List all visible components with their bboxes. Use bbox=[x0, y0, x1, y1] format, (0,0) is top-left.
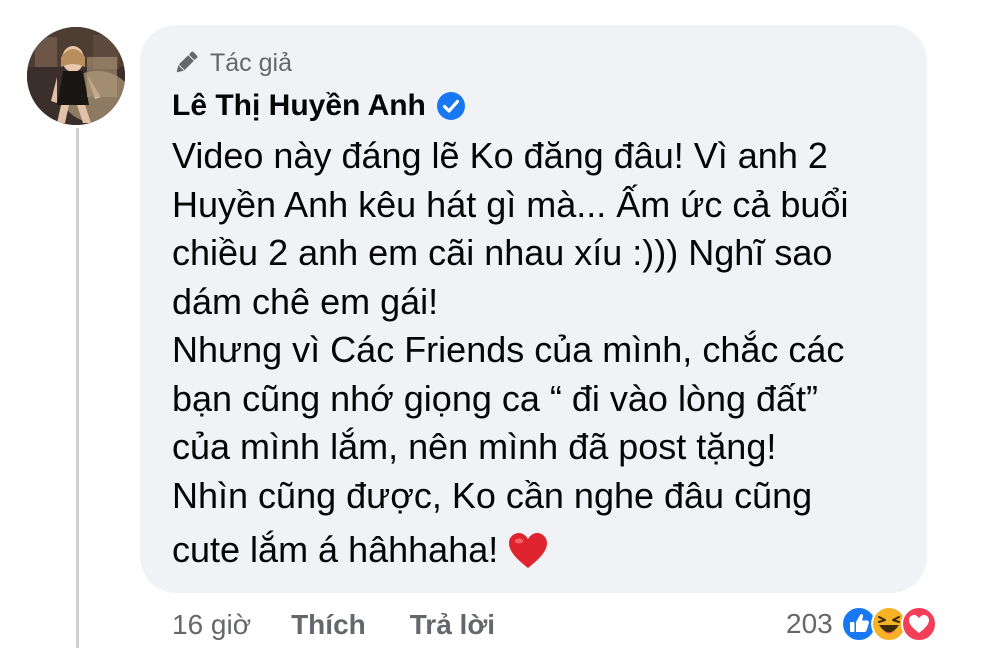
author-name[interactable]: Lê Thị Huyền Anh bbox=[172, 89, 426, 123]
comment-line: Nhưng vì Các Friends của mình, chắc các bbox=[172, 329, 845, 370]
comment-actions: 16 giờ Thích Trả lời bbox=[172, 604, 495, 646]
comment-line: cute lắm á hâhhaha! bbox=[172, 529, 499, 570]
thread-line bbox=[76, 128, 79, 648]
author-name-row: Lê Thị Huyền Anh bbox=[172, 86, 466, 126]
comment-line: Huyền Anh kêu hát gì mà... Ấm ức cả buổi bbox=[172, 183, 849, 225]
reactions-summary[interactable]: 203 bbox=[786, 603, 937, 645]
comment-line: Nhìn cũng được, Ko cần nghe đâu cũng bbox=[172, 474, 813, 516]
reaction-icons bbox=[840, 606, 937, 642]
comment-text: Video này đáng lẽ Ko đăng đâu! Vì anh 2 … bbox=[172, 132, 917, 583]
author-badge: Tác giả bbox=[172, 47, 292, 79]
like-button[interactable]: Thích bbox=[291, 609, 366, 641]
comment-line: chiều 2 anh em cãi nhau xíu :))) Nghĩ sa… bbox=[172, 232, 833, 273]
reply-button[interactable]: Trả lời bbox=[410, 609, 495, 641]
comment-line: của mình lắm, nên mình đã post tặng! bbox=[172, 426, 777, 467]
pencil-icon bbox=[176, 51, 198, 73]
love-icon bbox=[900, 606, 937, 642]
comment-line: dám chê em gái! bbox=[172, 280, 439, 322]
heart-emoji-icon bbox=[508, 532, 548, 583]
comment-line: bạn cũng nhớ giọng ca “ đi vào lòng đất” bbox=[172, 377, 819, 419]
avatar-photo bbox=[27, 27, 125, 125]
reaction-count: 203 bbox=[786, 608, 833, 639]
comment-line-last: cute lắm á hâhhaha! bbox=[172, 526, 917, 583]
comment-line: Video này đáng lẽ Ko đăng đâu! Vì anh 2 bbox=[172, 135, 828, 176]
author-badge-label: Tác giả bbox=[210, 48, 292, 77]
comment-timestamp[interactable]: 16 giờ bbox=[172, 609, 251, 641]
avatar[interactable] bbox=[27, 27, 125, 125]
verified-badge-icon bbox=[436, 92, 465, 120]
